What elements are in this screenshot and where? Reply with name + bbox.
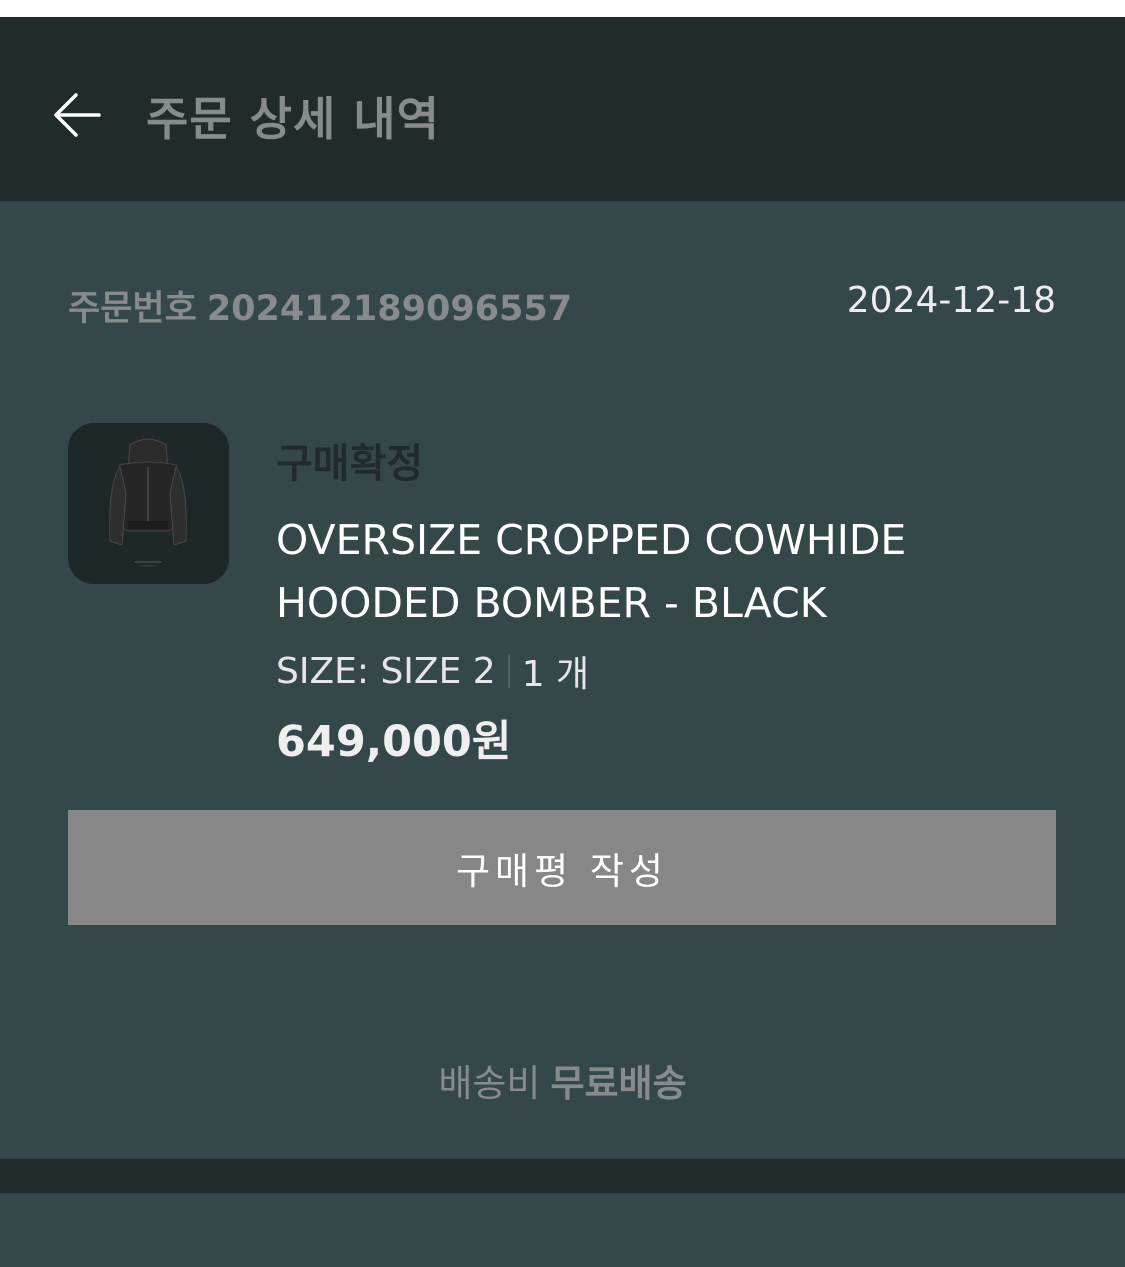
app-header: 주문 상세 내역 xyxy=(0,17,1125,201)
shipping-value: 무료배송 xyxy=(550,1062,687,1105)
page-title: 주문 상세 내역 xyxy=(146,92,440,146)
order-number-label: 주문번호 xyxy=(68,289,197,329)
shipping-fee: 배송비 무료배송 xyxy=(0,1053,1125,1107)
order-status: 구매확정 xyxy=(276,441,424,487)
option-separator xyxy=(507,654,510,688)
order-info-row: 주문번호 202412189096557 2024-12-18 xyxy=(68,276,1056,329)
quantity: 1 개 xyxy=(521,654,590,695)
product-name[interactable]: OVERSIZE CROPPED COWHIDE HOODED BOMBER -… xyxy=(276,509,1036,635)
shipping-label: 배송비 xyxy=(438,1062,541,1105)
size-option: SIZE: SIZE 2 xyxy=(276,650,496,692)
product-price: 649,000원 xyxy=(276,717,512,767)
order-detail-panel: 주문번호 202412189096557 2024-12-18 구매확정 OVER… xyxy=(0,201,1125,1159)
product-option: SIZE: SIZE 2 1 개 xyxy=(276,645,589,697)
back-button[interactable] xyxy=(44,89,110,141)
section-divider xyxy=(0,1159,1125,1193)
order-number: 주문번호 202412189096557 xyxy=(68,280,572,331)
order-number-value: 202412189096557 xyxy=(206,289,573,329)
status-bar-strip xyxy=(0,0,1125,17)
write-review-button[interactable]: 구매평 작성 xyxy=(68,810,1056,925)
jacket-image xyxy=(68,423,229,584)
order-date: 2024-12-18 xyxy=(846,280,1056,321)
arrow-left-icon xyxy=(54,93,101,137)
next-section xyxy=(0,1193,1125,1267)
product-thumbnail[interactable] xyxy=(68,423,229,584)
